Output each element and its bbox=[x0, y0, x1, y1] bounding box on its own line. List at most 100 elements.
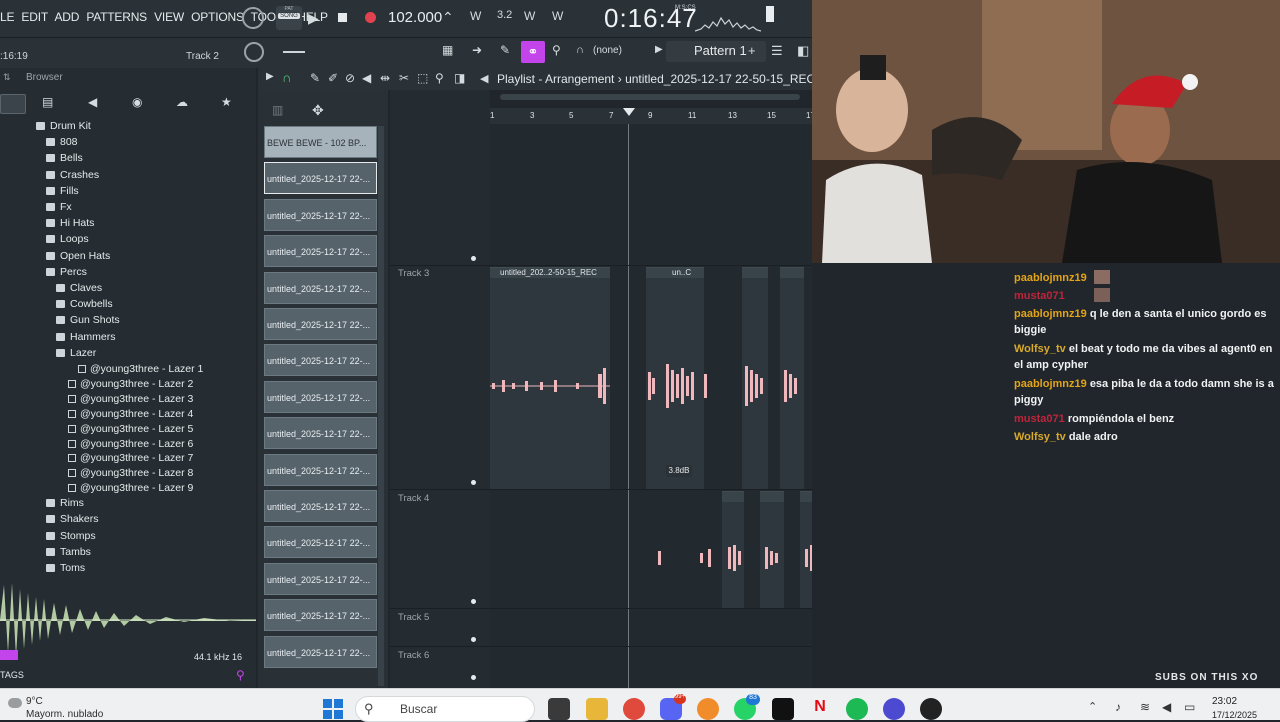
weather-desc[interactable]: Mayorm. nublado bbox=[26, 709, 103, 720]
browser-file[interactable]: @young3three - Lazer 6 bbox=[68, 438, 193, 450]
track-5-label[interactable]: Track 5 bbox=[398, 612, 429, 623]
picker-clip[interactable]: untitled_2025-12-17 22-... bbox=[264, 198, 377, 231]
browser-file[interactable]: @young3three - Lazer 3 bbox=[68, 393, 193, 405]
horizontal-scrollbar[interactable] bbox=[500, 94, 800, 100]
pat-song-switch[interactable]: PAT SONG bbox=[276, 6, 302, 30]
metronome-icon[interactable]: ⌃ bbox=[442, 9, 454, 26]
browser-folder[interactable]: Crashes bbox=[46, 169, 99, 181]
track-3-led[interactable] bbox=[471, 480, 476, 485]
menu-patterns[interactable]: PATTERNS bbox=[86, 10, 147, 24]
menu-options[interactable]: OPTIONS bbox=[191, 10, 244, 24]
browser-file[interactable]: @young3three - Lazer 8 bbox=[68, 467, 193, 479]
speaker-icon[interactable]: ◀ bbox=[88, 95, 97, 109]
star-icon[interactable]: ★ bbox=[221, 95, 232, 109]
browser-folder[interactable]: 808 bbox=[46, 136, 78, 148]
slip-tool-icon[interactable]: ⇹ bbox=[380, 71, 390, 85]
arrow-right-icon[interactable]: ➜ bbox=[472, 43, 482, 57]
search-icon[interactable]: ⚲ bbox=[236, 668, 245, 682]
file-icon[interactable]: ▤ bbox=[42, 95, 53, 109]
draw-tool-icon[interactable]: ✎ bbox=[310, 71, 320, 85]
taskbar-time[interactable]: 23:02 bbox=[1212, 696, 1237, 707]
mixer-icon[interactable]: ☰ bbox=[771, 43, 783, 59]
picker-clip[interactable]: untitled_2025-12-17 22-... bbox=[264, 599, 377, 632]
track-6-led[interactable] bbox=[471, 675, 476, 680]
menu-view[interactable]: VIEW bbox=[154, 10, 184, 24]
browser-folder[interactable]: Toms bbox=[46, 562, 85, 574]
weather-temp[interactable]: 9°C bbox=[26, 696, 43, 707]
picker-clip[interactable]: untitled_2025-12-17 22-... bbox=[264, 453, 377, 486]
track-3-label[interactable]: Track 3 bbox=[398, 268, 429, 279]
chrome-icon[interactable] bbox=[623, 698, 645, 720]
browser-folder[interactable]: Hi Hats bbox=[46, 217, 94, 229]
taskbar-date[interactable]: 17/12/2025 bbox=[1212, 710, 1257, 720]
chat-username[interactable]: musta071 bbox=[1014, 413, 1065, 425]
wifi-icon[interactable]: ≋ bbox=[1140, 700, 1150, 714]
picker-clip[interactable]: untitled_2025-12-17 22-... bbox=[264, 490, 377, 522]
weather-cloud-icon[interactable] bbox=[8, 698, 22, 708]
fl-studio-icon[interactable] bbox=[697, 698, 719, 720]
tempo-display[interactable]: 102.000 bbox=[388, 9, 442, 26]
picker-clip[interactable]: untitled_2025-12-17 22-... bbox=[264, 526, 377, 559]
browser-file[interactable]: @young3three - Lazer 2 bbox=[68, 378, 193, 390]
browser-folder[interactable]: Drum Kit bbox=[36, 120, 91, 132]
track-4-led[interactable] bbox=[471, 599, 476, 604]
chat-username[interactable]: Wolfsy_tv bbox=[1014, 431, 1066, 443]
browser-folder[interactable]: Gun Shots bbox=[56, 314, 120, 326]
link-icon[interactable]: ⚭ bbox=[521, 41, 545, 63]
browser-all-tab[interactable] bbox=[0, 94, 26, 114]
plugin-icon[interactable]: ◧ bbox=[797, 43, 809, 59]
browser-arrows-icon[interactable]: ⇅ bbox=[3, 72, 11, 83]
loop-record-icon[interactable]: W bbox=[552, 9, 563, 23]
picker-clip[interactable]: untitled_2025-12-17 22-... bbox=[264, 271, 377, 304]
piano-roll-icon[interactable]: ▦ bbox=[442, 43, 453, 57]
capcut-icon[interactable] bbox=[772, 698, 794, 720]
master-volume-knob[interactable] bbox=[242, 7, 264, 29]
playlist-speaker-icon[interactable]: ◀ bbox=[480, 72, 488, 85]
menu-edit[interactable]: EDIT bbox=[21, 10, 48, 24]
browser-folder[interactable]: Stomps bbox=[46, 530, 96, 542]
pitch-knob[interactable] bbox=[244, 42, 264, 62]
windows-start-icon[interactable] bbox=[323, 699, 343, 719]
microphone-icon[interactable]: ♪ bbox=[1115, 700, 1121, 714]
track-6-label[interactable]: Track 6 bbox=[398, 650, 429, 661]
channel-rack-icon[interactable]: ⚲ bbox=[552, 43, 561, 57]
spotify-icon[interactable] bbox=[846, 698, 868, 720]
task-view-icon[interactable] bbox=[548, 698, 570, 720]
browser-folder[interactable]: Fills bbox=[46, 185, 79, 197]
browser-file[interactable]: @young3three - Lazer 1 bbox=[78, 363, 203, 375]
browser-file[interactable]: @young3three - Lazer 4 bbox=[68, 408, 193, 420]
track-2-led[interactable] bbox=[471, 256, 476, 261]
paint-tool-icon[interactable]: ✐ bbox=[328, 71, 338, 85]
browser-file[interactable]: @young3three - Lazer 9 bbox=[68, 482, 193, 494]
picker-clip[interactable]: untitled_2025-12-17 22-... bbox=[264, 417, 377, 450]
magnet-icon[interactable]: ∩ bbox=[576, 44, 584, 56]
browser-folder[interactable]: Loops bbox=[46, 233, 89, 245]
browser-folder[interactable]: Fx bbox=[46, 201, 72, 213]
netflix-icon[interactable]: N bbox=[809, 698, 831, 720]
select-tool-icon[interactable]: ⬚ bbox=[417, 71, 428, 85]
browser-file[interactable]: @young3three - Lazer 7 bbox=[68, 452, 193, 464]
browser-file[interactable]: @young3three - Lazer 5 bbox=[68, 423, 193, 435]
picker-clip[interactable]: untitled_2025-12-17 22-... bbox=[264, 635, 377, 668]
media-player-icon[interactable] bbox=[920, 698, 942, 720]
magnet-snap-icon[interactable]: ∩ bbox=[282, 70, 291, 85]
picker-clip[interactable]: untitled_2025-12-17 22-... bbox=[264, 380, 377, 413]
playlist-menu-icon[interactable]: ▶ bbox=[266, 71, 274, 82]
playhead-marker[interactable] bbox=[623, 108, 635, 116]
record-icon[interactable] bbox=[365, 12, 376, 23]
menu-add[interactable]: ADD bbox=[54, 10, 79, 24]
file-explorer-icon[interactable] bbox=[586, 698, 608, 720]
browser-folder[interactable]: Hammers bbox=[56, 331, 116, 343]
browser-folder[interactable]: Claves bbox=[56, 282, 102, 294]
wait-record-icon[interactable]: W bbox=[470, 9, 481, 23]
picker-clip[interactable]: BEWE BEWE - 102 BP... bbox=[264, 126, 377, 158]
chat-username[interactable]: musta071 bbox=[1014, 290, 1065, 302]
menu-file[interactable]: LE bbox=[0, 10, 14, 24]
play-icon[interactable]: ▶ bbox=[308, 10, 319, 27]
picker-clip[interactable]: untitled_2025-12-17 22-... bbox=[264, 562, 377, 595]
browser-folder[interactable]: Lazer bbox=[56, 347, 96, 359]
obs-icon[interactable] bbox=[883, 698, 905, 720]
chat-username[interactable]: paablojmnz19 bbox=[1014, 378, 1087, 390]
picker-scrollbar[interactable] bbox=[378, 126, 384, 686]
move-icon[interactable]: ✥ bbox=[312, 102, 324, 119]
